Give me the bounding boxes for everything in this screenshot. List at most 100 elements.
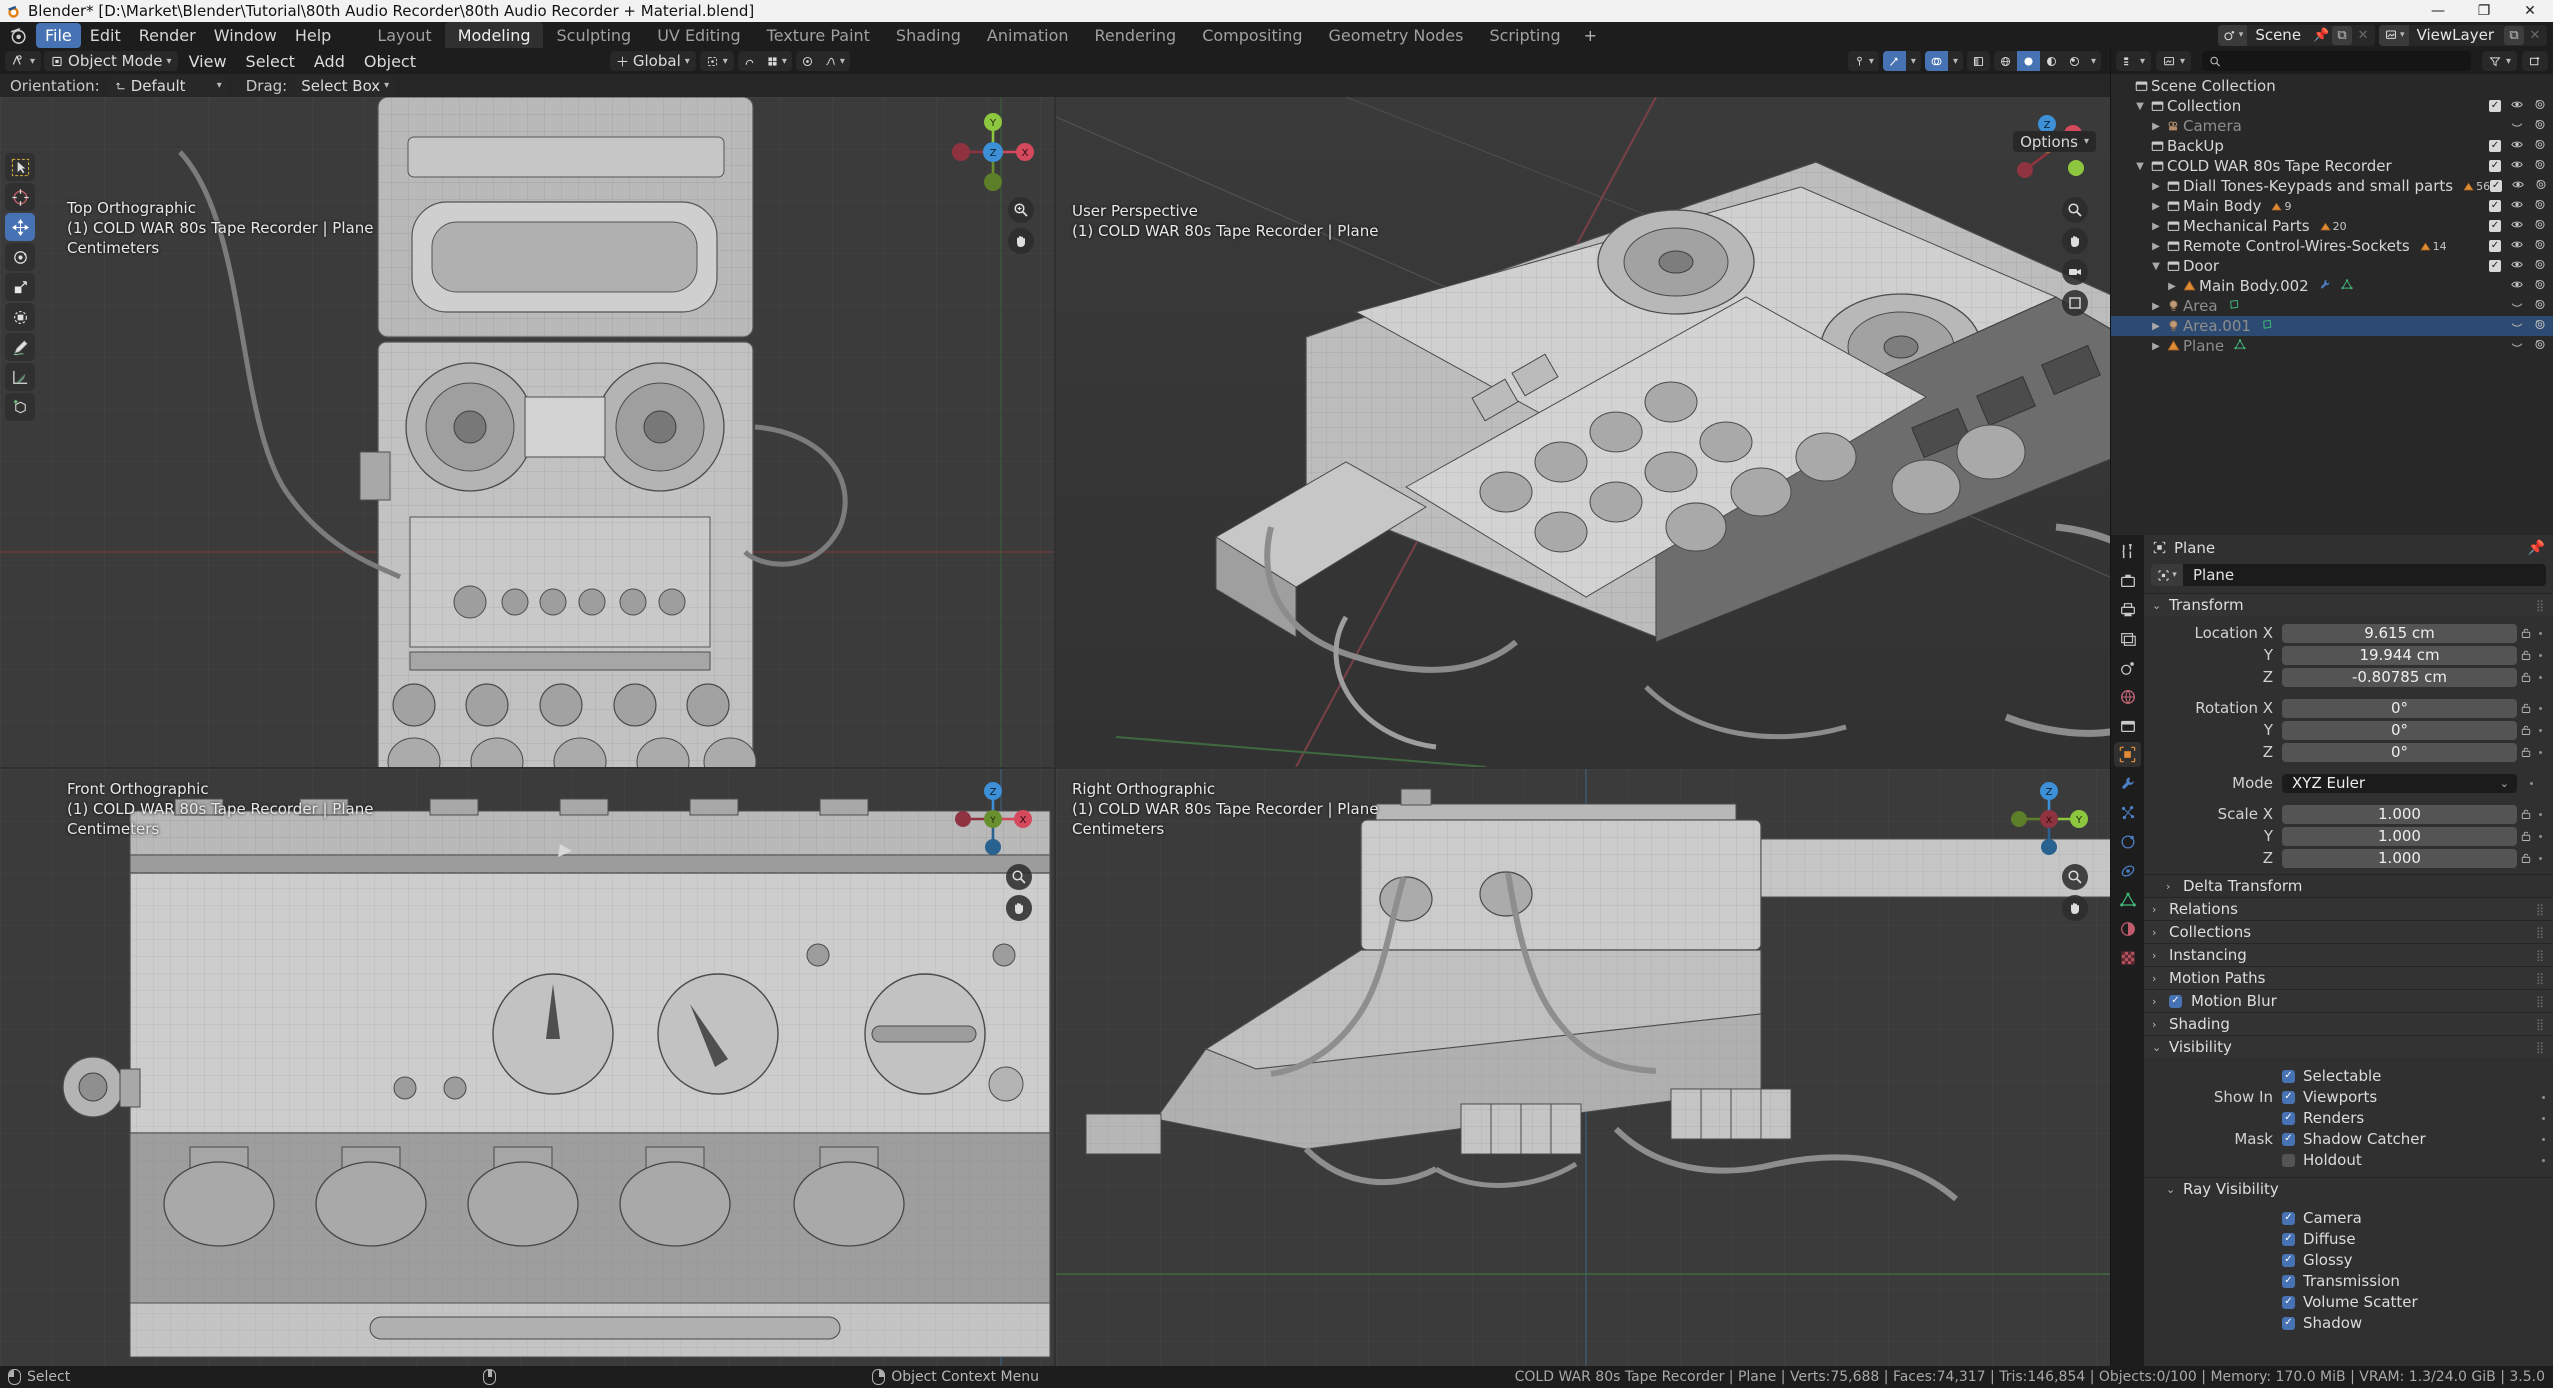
outliner-row-toggles[interactable] (2489, 297, 2547, 315)
hide-in-viewport-icon[interactable] (2510, 277, 2524, 295)
overlay-controls[interactable]: ▾ (1925, 51, 1963, 71)
hide-in-viewport-icon[interactable] (2510, 217, 2524, 235)
disable-in-renders-icon[interactable] (2533, 297, 2547, 315)
hide-in-viewport-icon[interactable] (2510, 317, 2524, 335)
outliner-row-toggles[interactable] (2489, 157, 2547, 175)
tab-geometry-nodes[interactable]: Geometry Nodes (1316, 22, 1477, 49)
panel-motion-blur-header[interactable]: › Motion Blur ⣿ (2144, 989, 2553, 1012)
outliner-row-toggles[interactable] (2489, 97, 2547, 115)
row-holdout[interactable]: Holdout (2144, 1151, 2553, 1169)
row-ray-glossy[interactable]: Glossy (2144, 1251, 2553, 1269)
field-location-z[interactable]: Z -0.80785 cm (2144, 667, 2551, 687)
pan-hand-icon[interactable] (1006, 895, 1032, 921)
mesh-data-icon[interactable] (2340, 277, 2354, 295)
drag-dropdown[interactable]: Select Box ▾ (295, 76, 395, 96)
ray-diffuse-checkbox[interactable] (2282, 1233, 2295, 1246)
panel-transform-header[interactable]: ⌄ Transform ⣿ (2144, 593, 2553, 616)
unlock-icon[interactable] (2520, 830, 2532, 842)
animate-dot[interactable] (2539, 813, 2542, 816)
outliner-row-toggles[interactable] (2489, 237, 2547, 255)
outliner-row-toggles[interactable] (2490, 177, 2548, 195)
outliner-row-toggles[interactable] (2489, 117, 2547, 135)
disable-in-renders-icon[interactable] (2533, 117, 2547, 135)
tab-animation[interactable]: Animation (974, 22, 1082, 49)
outliner-row-toggles[interactable] (2489, 137, 2547, 155)
xray-toggle[interactable] (1967, 51, 1990, 71)
unlock-icon[interactable] (2520, 724, 2532, 736)
exclude-checkbox[interactable] (2490, 180, 2502, 192)
hide-in-viewport-icon[interactable] (2510, 97, 2524, 115)
tab-scripting[interactable]: Scripting (1476, 22, 1573, 49)
field-value[interactable]: 1.000 (2282, 827, 2517, 846)
animate-dot[interactable] (2539, 676, 2542, 679)
holdout-checkbox[interactable] (2282, 1154, 2295, 1167)
overlay-dropdown-icon[interactable]: ▾ (1948, 51, 1963, 71)
viewport-user-nav-buttons[interactable] (2062, 197, 2088, 316)
outliner-row-scene-collection[interactable]: Scene Collection (2111, 76, 2553, 96)
expand-toggle-icon[interactable]: ▶ (2149, 241, 2163, 252)
hide-in-viewport-icon[interactable] (2510, 337, 2524, 355)
transform-orientation-selector[interactable]: Global ▾ (610, 51, 696, 71)
disable-in-renders-icon[interactable] (2533, 137, 2547, 155)
animate-dot[interactable] (2542, 1117, 2545, 1120)
pin-scene-icon[interactable]: 📌 (2311, 26, 2331, 45)
row-selectable[interactable]: Selectable (2144, 1067, 2553, 1085)
toggle-ortho-icon[interactable] (2062, 290, 2088, 316)
viewport-menu-select[interactable]: Select (238, 50, 303, 73)
editor-type-selector[interactable]: ▾ (5, 51, 41, 71)
new-view-layer-icon[interactable]: ⧉ (2504, 26, 2524, 45)
outliner-row-door[interactable]: ▼Door (2111, 256, 2553, 276)
viewport-user-perspective[interactable]: User Perspective (1) COLD WAR 80s Tape R… (1056, 97, 2110, 767)
viewport-right-orthographic[interactable]: Right Orthographic (1) COLD WAR 80s Tape… (1056, 769, 2110, 1366)
panel-relations-header[interactable]: › Relations ⣿ (2144, 897, 2553, 920)
material-preview-shading-icon[interactable] (2040, 51, 2063, 71)
field-rotation-mode[interactable]: Mode XYZ Euler ⌄ (2144, 773, 2551, 793)
tab-object-properties-icon[interactable] (2114, 742, 2141, 767)
tab-scene-icon[interactable] (2114, 655, 2141, 680)
ray-glossy-checkbox[interactable] (2282, 1254, 2295, 1267)
hide-in-viewport-icon[interactable] (2510, 137, 2524, 155)
outliner-row-mechanical-parts[interactable]: ▶Mechanical Parts20 (2111, 216, 2553, 236)
animate-dot[interactable] (2542, 1138, 2545, 1141)
hide-in-viewport-icon[interactable] (2510, 117, 2524, 135)
outliner-tree[interactable]: Scene Collection▼Collection▶CameraBackUp… (2111, 74, 2553, 535)
zoom-icon[interactable] (1008, 197, 1034, 223)
ray-camera-checkbox[interactable] (2282, 1212, 2295, 1225)
outliner-row-main-body[interactable]: ▶Main Body9 (2111, 196, 2553, 216)
field-value[interactable]: 1.000 (2282, 849, 2517, 868)
snap-controls[interactable]: ▾ (738, 51, 792, 71)
unlock-icon[interactable] (2520, 671, 2532, 683)
new-scene-icon[interactable]: ⧉ (2332, 26, 2352, 45)
proportional-edit-icon[interactable] (738, 51, 761, 71)
viewports-checkbox[interactable] (2282, 1091, 2295, 1104)
menu-help[interactable]: Help (286, 23, 340, 48)
tool-measure-icon[interactable] (5, 363, 35, 391)
camera-view-icon[interactable] (2062, 259, 2088, 285)
exclude-checkbox[interactable] (2489, 220, 2501, 232)
unlink-scene-icon[interactable]: ✕ (2353, 26, 2373, 45)
panel-visibility-header[interactable]: ⌄ Visibility ⣿ (2144, 1035, 2553, 1058)
toggle-xray-icon[interactable] (1967, 51, 1990, 71)
proportional-editing-toggle-icon[interactable] (796, 51, 819, 71)
falloff-curve-icon[interactable]: ▾ (819, 51, 850, 71)
menu-edit[interactable]: Edit (81, 23, 130, 48)
outliner-row-toggles[interactable] (2489, 257, 2547, 275)
blender-app-icon[interactable] (8, 25, 28, 45)
disable-in-renders-icon[interactable] (2533, 217, 2547, 235)
disable-in-renders-icon[interactable] (2533, 257, 2547, 275)
viewport-menu-object[interactable]: Object (356, 50, 424, 73)
proportional-editing-controls[interactable]: ▾ (796, 51, 850, 71)
tab-particles-icon[interactable] (2114, 800, 2141, 825)
light-data-icon[interactable] (2260, 317, 2274, 335)
tool-rotate-icon[interactable] (5, 243, 35, 271)
outliner-row-cold-war-80s-tape-recorder[interactable]: ▼COLD WAR 80s Tape Recorder (2111, 156, 2553, 176)
exclude-checkbox[interactable] (2489, 260, 2501, 272)
motion-blur-checkbox[interactable] (2169, 995, 2182, 1008)
panel-motion-paths-header[interactable]: › Motion Paths ⣿ (2144, 966, 2553, 989)
field-rotation-x[interactable]: Rotation X 0° (2144, 698, 2551, 718)
disable-in-renders-icon[interactable] (2533, 157, 2547, 175)
show-gizmo-icon[interactable] (1883, 51, 1906, 71)
expand-toggle-icon[interactable]: ▶ (2149, 201, 2163, 212)
exclude-checkbox[interactable] (2489, 160, 2501, 172)
field-rotation-y[interactable]: Y 0° (2144, 720, 2551, 740)
